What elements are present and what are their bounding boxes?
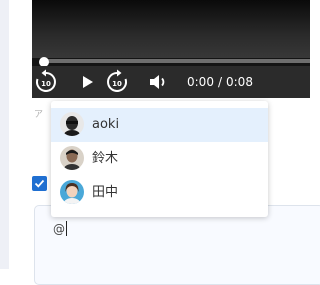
text-caret xyxy=(66,221,67,236)
mention-item-suzuki[interactable]: 鈴木 xyxy=(51,142,268,176)
volume-button[interactable] xyxy=(145,69,171,95)
checkbox[interactable] xyxy=(32,176,47,191)
comment-value: @ xyxy=(53,221,67,236)
current-time: 0:00 xyxy=(187,75,214,89)
mention-name: 鈴木 xyxy=(92,151,119,166)
svg-text:10: 10 xyxy=(112,80,122,88)
forward-icon: 10 xyxy=(107,69,127,92)
volume-icon xyxy=(150,75,165,89)
play-button[interactable] xyxy=(74,69,100,95)
duration: 0:08 xyxy=(226,75,253,89)
mention-item-tanaka[interactable]: 田中 xyxy=(51,176,268,210)
video-frame[interactable] xyxy=(32,0,310,58)
comment-input[interactable]: @ xyxy=(34,205,320,285)
avatar xyxy=(60,146,84,170)
mention-suggestions-list: aoki 鈴木 田中 xyxy=(51,101,268,217)
field-label: ア xyxy=(34,110,44,120)
play-icon xyxy=(83,76,93,88)
forward-10-button[interactable]: 10 xyxy=(104,69,130,95)
rewind-10-button[interactable]: 10 xyxy=(33,69,59,95)
mention-item-aoki[interactable]: aoki xyxy=(51,108,268,142)
rewind-icon: 10 xyxy=(36,69,56,92)
video-player[interactable]: 10 10 0:00/ 0:08 xyxy=(32,0,310,98)
svg-text:10: 10 xyxy=(41,80,51,88)
left-rail xyxy=(0,0,9,269)
avatar xyxy=(60,112,84,136)
progress-bar[interactable] xyxy=(40,59,310,63)
player-controls: 10 10 0:00/ 0:08 xyxy=(32,66,310,98)
mention-name: aoki xyxy=(92,117,120,132)
time-display: 0:00/ 0:08 xyxy=(187,75,253,89)
checkmark-icon xyxy=(34,179,45,188)
time-separator: / xyxy=(217,75,222,89)
mention-name: 田中 xyxy=(92,185,119,200)
avatar xyxy=(60,180,84,204)
